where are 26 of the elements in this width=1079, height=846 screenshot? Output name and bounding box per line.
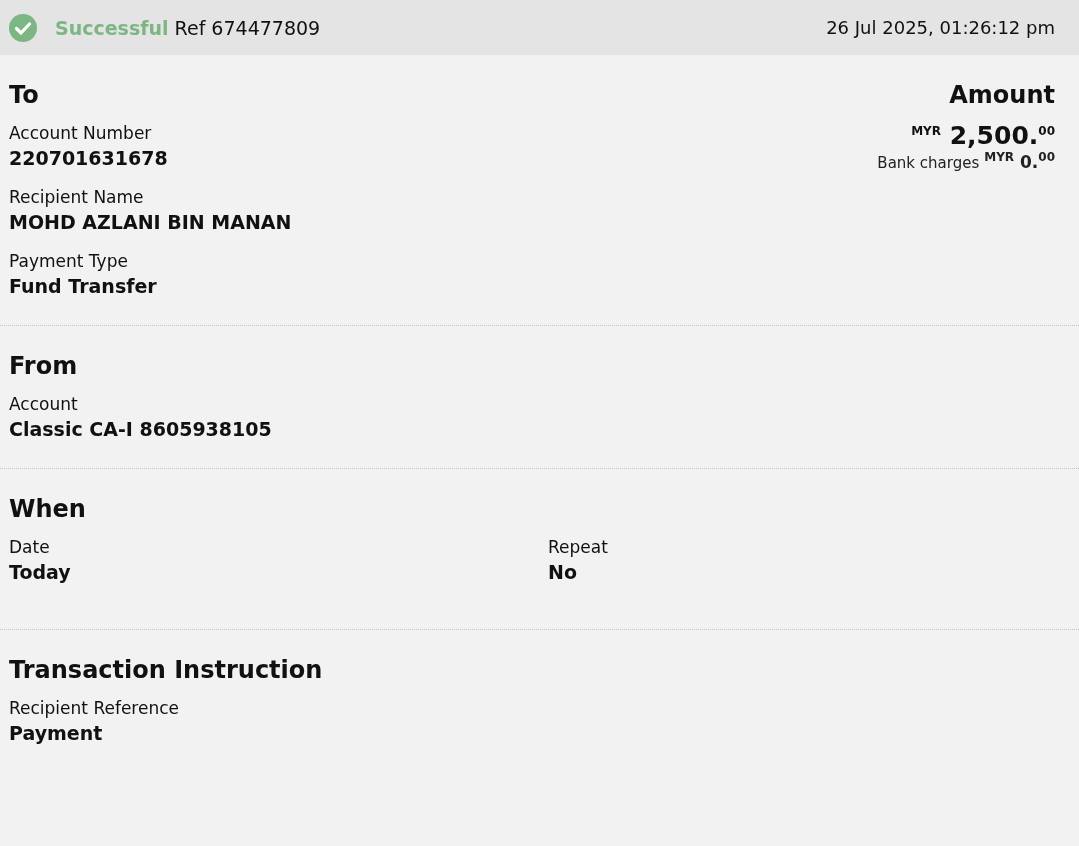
success-check-icon (9, 13, 37, 42)
section-title: To (9, 81, 40, 109)
field-label: Recipient Reference (9, 698, 180, 718)
section-title: From (9, 352, 79, 380)
field-label: Account Number (9, 123, 153, 143)
field-value: Payment (9, 722, 104, 744)
bank-charges-label: Bank charges (877, 153, 980, 172)
field-value: Fund Transfer (9, 275, 158, 297)
field-label: Payment Type (9, 251, 129, 271)
field-label: Recipient Name (9, 187, 145, 207)
timestamp: 26 Jul 2025, 01:26:12 pm (826, 17, 1055, 38)
section-title: When (9, 495, 87, 523)
amount-value: $^{MYR}$ 2,500.$^{00}$ (911, 121, 1055, 150)
field-value: 220701631678 (9, 147, 169, 169)
section-title: Transaction Instruction (9, 656, 324, 684)
status-text: Successful (55, 16, 169, 39)
reference-number: Ref 674477809 (173, 16, 321, 39)
field-label: Account (9, 394, 79, 414)
field-value: No (548, 561, 578, 583)
field-value: Today (9, 561, 72, 583)
field-label: Repeat (548, 537, 609, 557)
amount-title: Amount (949, 81, 1055, 109)
field-label: Date (9, 537, 51, 557)
bank-charges-value: $^{MYR}$ 0.$^{00}$ (984, 150, 1055, 172)
field-value: Classic CA-I 8605938105 (9, 418, 273, 440)
field-value: MOHD AZLANI BIN MANAN (9, 211, 293, 233)
